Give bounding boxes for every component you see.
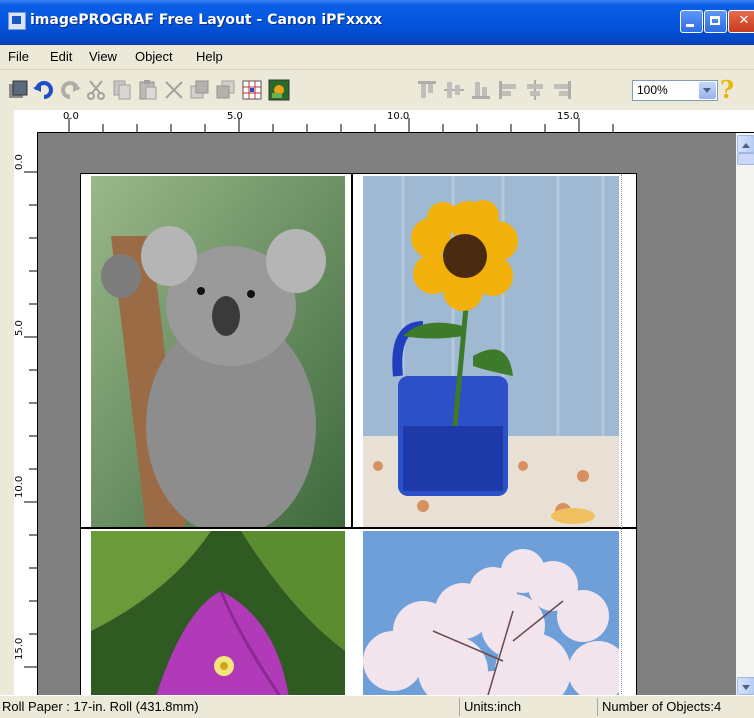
window-title: imagePROGRAF Free Layout - Canon iPFxxxx bbox=[30, 12, 383, 28]
ruler-label: 5.0 bbox=[227, 111, 243, 122]
copy-icon[interactable] bbox=[110, 78, 134, 102]
paper-page[interactable] bbox=[80, 173, 637, 695]
delete-icon[interactable] bbox=[162, 78, 186, 102]
app-icon bbox=[8, 12, 26, 30]
scroll-thumb[interactable] bbox=[737, 153, 754, 165]
cut-icon[interactable] bbox=[84, 78, 108, 102]
scroll-up-icon[interactable] bbox=[737, 135, 754, 153]
ruler-label: 0.0 bbox=[14, 154, 25, 170]
maximize-button[interactable] bbox=[704, 10, 727, 33]
ruler-label: 5.0 bbox=[14, 320, 25, 336]
sunflower-photo[interactable] bbox=[363, 176, 619, 527]
status-bar: Roll Paper : 17-in. Roll (431.8mm) Units… bbox=[0, 695, 754, 718]
menu-file[interactable]: File bbox=[8, 49, 29, 64]
status-units: Units:inch bbox=[459, 698, 594, 716]
cherry-blossom-image bbox=[363, 531, 619, 695]
menu-object[interactable]: Object bbox=[135, 49, 173, 64]
koala-photo[interactable] bbox=[91, 176, 345, 527]
align-right-icon[interactable] bbox=[550, 78, 574, 102]
help-icon[interactable]: ? bbox=[720, 75, 734, 104]
ruler-label: 10.0 bbox=[387, 111, 410, 122]
page-margin-guide bbox=[621, 174, 634, 695]
left-edge bbox=[0, 110, 14, 695]
align-left-icon[interactable] bbox=[496, 78, 520, 102]
menu-edit[interactable]: Edit bbox=[50, 49, 72, 64]
bougainvillea-image bbox=[91, 531, 345, 695]
ruler-corner bbox=[14, 110, 38, 133]
open-icon[interactable] bbox=[6, 78, 30, 102]
vertical-ruler-ticks bbox=[24, 171, 37, 668]
ruler-label: 0.0 bbox=[63, 111, 79, 122]
image-icon[interactable] bbox=[267, 78, 291, 102]
undo-icon[interactable] bbox=[32, 78, 56, 102]
send-backward-icon[interactable] bbox=[214, 78, 238, 102]
photo-divider bbox=[351, 174, 353, 529]
minimize-button[interactable] bbox=[680, 10, 703, 33]
menu-view[interactable]: View bbox=[89, 49, 117, 64]
menu-help[interactable]: Help bbox=[196, 49, 223, 64]
redo-icon[interactable] bbox=[58, 78, 82, 102]
photo-divider bbox=[81, 527, 636, 529]
cherry-blossom-photo[interactable] bbox=[363, 531, 619, 695]
scroll-down-icon[interactable] bbox=[737, 677, 754, 695]
ruler-label: 15.0 bbox=[557, 111, 580, 122]
align-vcenter-icon[interactable] bbox=[442, 78, 466, 102]
align-hcenter-icon[interactable] bbox=[523, 78, 547, 102]
vertical-ruler: 0.0 5.0 10.0 15.0 bbox=[14, 132, 38, 695]
chevron-down-icon[interactable] bbox=[699, 82, 716, 99]
close-button[interactable]: ✕ bbox=[728, 10, 754, 33]
horizontal-ruler: 0.0 5.0 10.0 15.0 bbox=[37, 110, 754, 133]
sunflower-image bbox=[363, 176, 619, 527]
koala-image bbox=[91, 176, 345, 527]
paste-icon[interactable] bbox=[136, 78, 160, 102]
grid-icon[interactable] bbox=[240, 78, 264, 102]
status-objects: Number of Objects:4 bbox=[597, 698, 752, 716]
bougainvillea-photo[interactable] bbox=[91, 531, 345, 695]
menu-bar: File Edit View Object Help bbox=[0, 45, 754, 70]
zoom-value: 100% bbox=[637, 83, 668, 97]
bring-forward-icon[interactable] bbox=[188, 78, 212, 102]
ruler-label: 15.0 bbox=[14, 637, 25, 660]
align-bottom-icon[interactable] bbox=[469, 78, 493, 102]
layout-canvas[interactable] bbox=[38, 133, 736, 695]
title-bar: imagePROGRAF Free Layout - Canon iPFxxxx… bbox=[0, 0, 754, 45]
vertical-scrollbar[interactable] bbox=[736, 133, 754, 695]
zoom-select[interactable]: 100% bbox=[632, 80, 718, 101]
status-paper: Roll Paper : 17-in. Roll (431.8mm) bbox=[2, 699, 199, 714]
ruler-label: 10.0 bbox=[14, 475, 25, 498]
align-top-icon[interactable] bbox=[415, 78, 439, 102]
